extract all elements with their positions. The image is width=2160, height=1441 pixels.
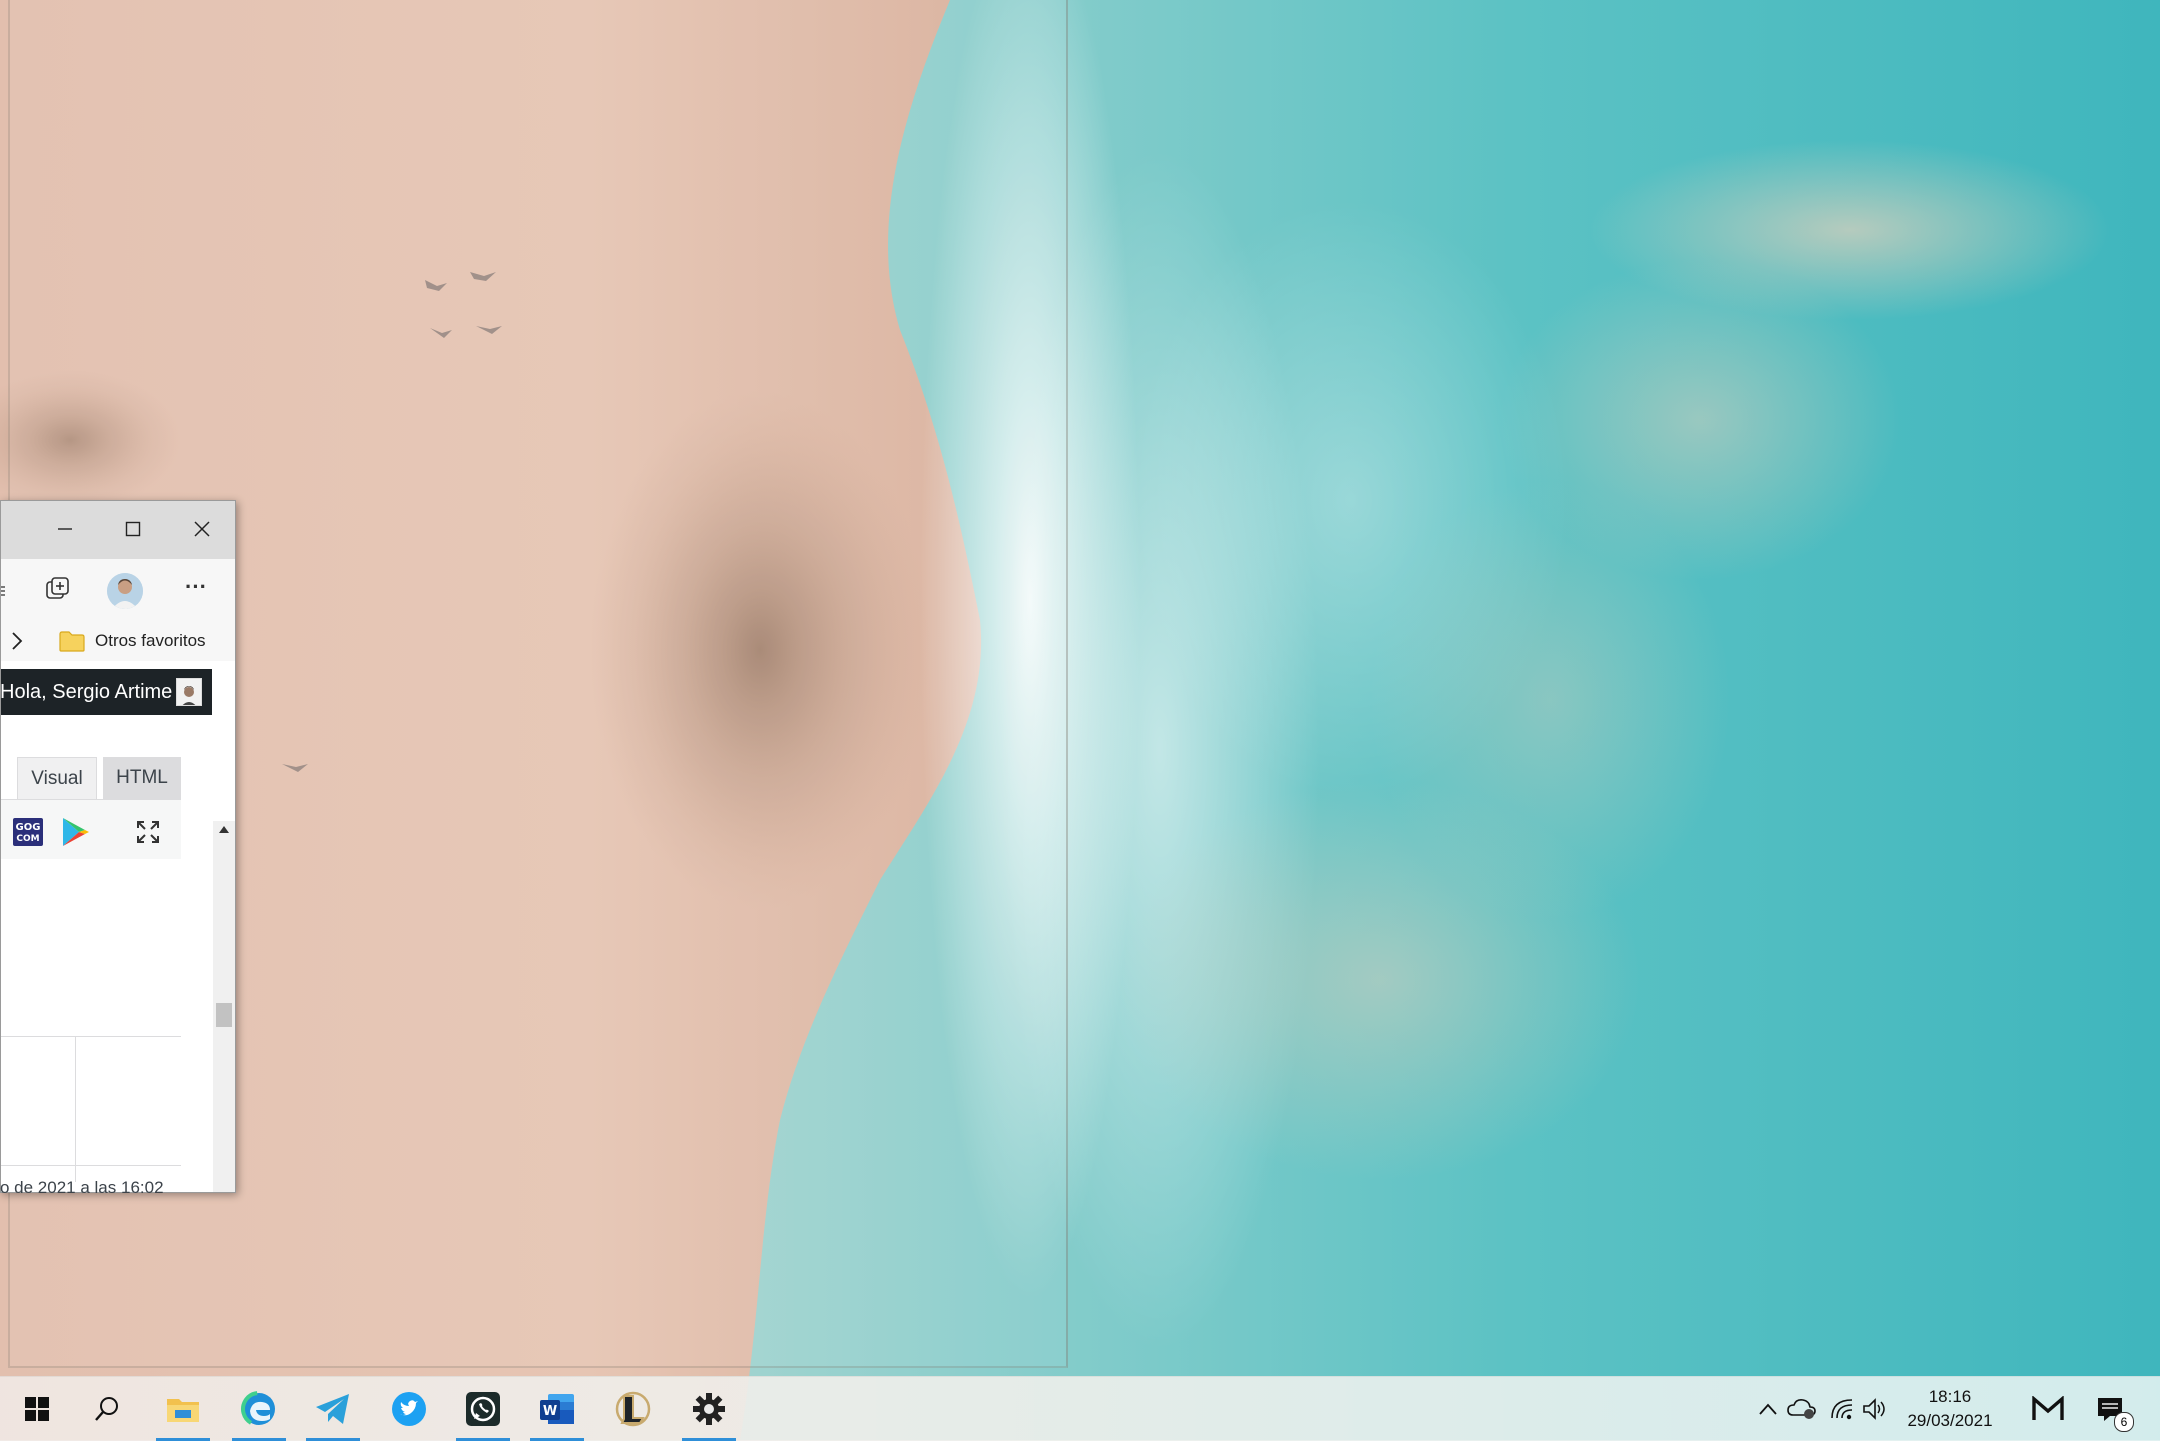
mail-icon bbox=[2032, 1396, 2064, 1420]
file-explorer-icon bbox=[167, 1399, 199, 1422]
chevron-up-icon bbox=[1759, 1403, 1777, 1415]
folder-icon bbox=[59, 631, 85, 652]
user-avatar-icon bbox=[182, 686, 196, 705]
maximize-icon bbox=[125, 521, 141, 537]
taskbar-edge[interactable] bbox=[226, 1377, 292, 1441]
profile-avatar-icon bbox=[107, 573, 143, 609]
other-favorites-folder[interactable]: Otros favoritos bbox=[59, 626, 206, 656]
edge-icon bbox=[241, 1391, 277, 1427]
profile-avatar[interactable] bbox=[107, 573, 143, 609]
settings-more-button[interactable]: ··· bbox=[179, 575, 213, 605]
search-button[interactable] bbox=[74, 1377, 140, 1441]
minimize-button[interactable] bbox=[45, 509, 85, 549]
meta-bottom-border bbox=[1, 1165, 181, 1166]
show-hidden-icons-button[interactable] bbox=[1752, 1393, 1784, 1425]
taskbar-clock[interactable]: 18:16 29/03/2021 bbox=[1888, 1385, 2012, 1433]
maximize-button[interactable] bbox=[113, 509, 153, 549]
close-icon bbox=[194, 521, 210, 537]
scroll-up-icon[interactable] bbox=[218, 825, 230, 835]
svg-text:GOG: GOG bbox=[16, 822, 41, 833]
speaker-icon bbox=[1863, 1398, 1885, 1420]
browser-toolbar: ··· bbox=[1, 559, 235, 621]
meta-divider bbox=[75, 1037, 76, 1182]
collections-icon bbox=[46, 577, 69, 599]
fullscreen-button[interactable] bbox=[134, 818, 162, 846]
onedrive-tray[interactable] bbox=[1786, 1393, 1818, 1425]
wp-admin-bar-account[interactable]: Hola, Sergio Artime bbox=[1, 669, 212, 715]
gog-icon: GOG COM bbox=[16, 822, 41, 844]
taskbar-twitter[interactable] bbox=[376, 1377, 442, 1441]
start-button[interactable] bbox=[4, 1377, 70, 1441]
volume-tray[interactable] bbox=[1858, 1393, 1890, 1425]
taskbar-word[interactable]: W bbox=[524, 1377, 590, 1441]
taskbar-telegram[interactable] bbox=[300, 1377, 366, 1441]
scroll-thumb[interactable] bbox=[216, 1003, 232, 1027]
word-icon: W bbox=[540, 1394, 574, 1424]
twitter-icon bbox=[392, 1392, 426, 1426]
menu-edge-icon bbox=[1, 586, 5, 596]
svg-text:COM: COM bbox=[16, 834, 39, 844]
chevron-right-icon[interactable] bbox=[11, 631, 23, 651]
taskbar: W 18:16 29/03/2021 6 bbox=[0, 1376, 2160, 1441]
gmail-tray[interactable] bbox=[2028, 1393, 2068, 1425]
window-titlebar[interactable] bbox=[1, 501, 235, 559]
page-content: Hola, Sergio Artime Visual HTML GOG COM bbox=[1, 661, 235, 1192]
taskbar-file-explorer[interactable] bbox=[150, 1377, 216, 1441]
user-mini-avatar bbox=[176, 678, 202, 706]
post-meta-box bbox=[1, 1036, 181, 1187]
tab-html[interactable]: HTML bbox=[103, 757, 181, 799]
page-scrollbar[interactable] bbox=[213, 821, 235, 1192]
search-icon bbox=[95, 1397, 118, 1421]
whatsapp-icon bbox=[466, 1392, 500, 1426]
gear-icon bbox=[693, 1393, 725, 1425]
taskbar-settings[interactable] bbox=[676, 1377, 742, 1441]
clock-time: 18:16 bbox=[1928, 1387, 1972, 1406]
edge-browser-window[interactable]: ··· Otros favoritos Hola, Sergio Artime … bbox=[0, 500, 236, 1193]
google-play-button[interactable] bbox=[59, 816, 91, 848]
google-play-icon bbox=[63, 818, 89, 846]
league-of-legends-icon bbox=[615, 1391, 651, 1427]
svg-text:W: W bbox=[543, 1404, 557, 1419]
other-favorites-label: Otros favoritos bbox=[95, 631, 206, 650]
editor-toolbar: GOG COM bbox=[1, 799, 181, 860]
editor-text-area[interactable] bbox=[1, 859, 181, 1036]
collections-button[interactable] bbox=[41, 573, 75, 607]
taskbar-whatsapp[interactable] bbox=[450, 1377, 516, 1441]
cloud-icon bbox=[1787, 1399, 1816, 1419]
notification-count-badge: 6 bbox=[2114, 1412, 2134, 1432]
tab-visual[interactable]: Visual bbox=[17, 757, 97, 799]
close-button[interactable] bbox=[182, 509, 222, 549]
telegram-icon bbox=[316, 1394, 349, 1424]
windows-logo-icon bbox=[25, 1397, 49, 1421]
favorites-bar: Otros favoritos bbox=[1, 621, 235, 662]
last-edited-text: o de 2021 a las 16:02 bbox=[0, 1178, 164, 1197]
minimize-icon bbox=[58, 528, 72, 530]
wifi-icon bbox=[1831, 1399, 1853, 1420]
gog-button[interactable]: GOG COM bbox=[13, 818, 43, 846]
clock-date: 29/03/2021 bbox=[1907, 1411, 1993, 1430]
taskbar-league-of-legends[interactable] bbox=[600, 1377, 666, 1441]
network-tray[interactable] bbox=[1826, 1393, 1858, 1425]
greeting-text: Hola, Sergio Artime bbox=[0, 681, 173, 703]
fullscreen-icon bbox=[137, 821, 159, 843]
